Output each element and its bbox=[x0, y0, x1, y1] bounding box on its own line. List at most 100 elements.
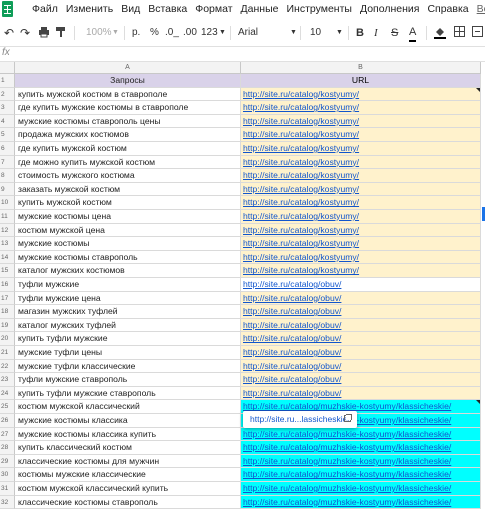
query-cell[interactable]: купить мужской костюм bbox=[15, 196, 241, 210]
url-cell[interactable]: http://site.ru/catalog/muzhskie-kostyumy… bbox=[241, 482, 481, 496]
redo-icon[interactable]: ↷ bbox=[20, 26, 30, 40]
url-cell[interactable]: http://site.ru/catalog/obuv/ bbox=[241, 346, 481, 360]
query-cell[interactable]: костюм мужской классический купить bbox=[15, 482, 241, 496]
query-cell[interactable]: мужские костюмы bbox=[15, 237, 241, 251]
url-cell[interactable]: http://site.ru/catalog/kostyumy/ bbox=[241, 237, 481, 251]
row-number[interactable]: 11 bbox=[0, 210, 15, 224]
header-cell-queries[interactable]: Запросы bbox=[15, 74, 241, 88]
url-link[interactable]: http://site.ru/catalog/obuv/ bbox=[243, 388, 341, 398]
query-cell[interactable]: каталог мужских костюмов bbox=[15, 264, 241, 278]
row-number[interactable]: 7 bbox=[0, 155, 15, 170]
formula-bar[interactable]: fx bbox=[0, 46, 485, 62]
url-cell[interactable]: http://site.ru/catalog/muzhskie-kostyumy… bbox=[241, 468, 481, 482]
row-number[interactable]: 1 bbox=[0, 74, 15, 88]
url-cell[interactable]: http://site.ru/catalog/kostyumy/ bbox=[241, 250, 481, 265]
italic-button[interactable]: I bbox=[374, 26, 378, 40]
url-cell[interactable]: http://site.ru/catalog/muzhskie-kostyumy… bbox=[241, 441, 481, 455]
font-size-select[interactable]: 10 bbox=[310, 26, 321, 40]
url-cell[interactable]: http://site.ru/catalog/kostyumy/ bbox=[241, 128, 481, 142]
menu-view[interactable]: Вид bbox=[121, 3, 140, 15]
url-cell[interactable]: http://site.ru/catalog/kostyumy/ bbox=[241, 114, 481, 129]
url-link[interactable]: http://site.ru/catalog/muzhskie-kostyumy… bbox=[243, 429, 451, 439]
menu-format[interactable]: Формат bbox=[195, 3, 232, 15]
row-number[interactable]: 3 bbox=[0, 101, 15, 115]
comment-indicator-icon[interactable] bbox=[476, 87, 480, 92]
query-cell[interactable]: классические костюмы ставрополь bbox=[15, 495, 241, 510]
query-cell[interactable]: туфли мужские bbox=[15, 278, 241, 292]
url-link[interactable]: http://site.ru/catalog/obuv/ bbox=[243, 374, 341, 384]
row-number[interactable]: 16 bbox=[0, 278, 15, 292]
query-cell[interactable]: купить мужской костюм в ставрополе bbox=[15, 87, 241, 102]
url-cell[interactable]: http://site.ru/catalog/obuv/ bbox=[241, 359, 481, 374]
query-cell[interactable]: мужские костюмы цена bbox=[15, 210, 241, 224]
url-cell[interactable]: http://site.ru/catalog/kostyumy/ bbox=[241, 155, 481, 170]
open-external-icon[interactable] bbox=[344, 414, 352, 422]
url-cell[interactable]: http://site.ru/catalog/obuv/ bbox=[241, 332, 481, 346]
row-number[interactable]: 6 bbox=[0, 142, 15, 156]
text-color-button[interactable]: A bbox=[409, 26, 417, 42]
url-link[interactable]: http://site.ru/catalog/muzhskie-kostyumy… bbox=[243, 469, 451, 479]
menu-edit[interactable]: Изменить bbox=[66, 3, 113, 15]
url-cell[interactable]: http://site.ru/catalog/kostyumy/ bbox=[241, 101, 481, 115]
row-number[interactable]: 24 bbox=[0, 386, 15, 401]
url-link[interactable]: http://site.ru/catalog/kostyumy/ bbox=[243, 197, 359, 207]
url-link[interactable]: http://site.ru/catalog/obuv/ bbox=[243, 320, 341, 330]
url-link[interactable]: http://site.ru/catalog/muzhskie-kostyumy… bbox=[243, 456, 451, 466]
url-link[interactable]: http://site.ru/catalog/kostyumy/ bbox=[243, 211, 359, 221]
url-link[interactable]: http://site.ru/catalog/kostyumy/ bbox=[243, 225, 359, 235]
query-cell[interactable]: где купить мужские костюмы в ставрополе bbox=[15, 101, 241, 115]
tooltip-link[interactable]: http://site.ru...lassicheskie/ bbox=[250, 414, 350, 424]
url-cell[interactable]: http://site.ru/catalog/muzhskie-kostyumy… bbox=[241, 427, 481, 442]
row-number[interactable]: 25 bbox=[0, 400, 15, 414]
decrease-decimal-button[interactable]: .0_ bbox=[165, 26, 179, 40]
row-number[interactable]: 22 bbox=[0, 359, 15, 374]
query-cell[interactable]: туфли мужские цена bbox=[15, 291, 241, 306]
menu-insert[interactable]: Вставка bbox=[148, 3, 187, 15]
row-number[interactable]: 31 bbox=[0, 482, 15, 496]
increase-decimal-button[interactable]: .00 bbox=[183, 26, 197, 40]
more-formats-button[interactable]: 123 bbox=[201, 26, 218, 40]
url-cell[interactable]: http://site.ru/catalog/kostyumy/ bbox=[241, 87, 481, 102]
url-link[interactable]: http://site.ru/catalog/kostyumy/ bbox=[243, 170, 359, 180]
query-cell[interactable]: купить туфли мужские ставрополь bbox=[15, 386, 241, 401]
query-cell[interactable]: костюмы мужские классические bbox=[15, 468, 241, 482]
query-cell[interactable]: стоимость мужского костюма bbox=[15, 169, 241, 183]
fill-color-icon[interactable] bbox=[434, 26, 446, 40]
url-link[interactable]: http://site.ru/catalog/muzhskie-kostyumy… bbox=[243, 442, 451, 452]
row-number[interactable]: 29 bbox=[0, 454, 15, 469]
query-cell[interactable]: купить классический костюм bbox=[15, 441, 241, 455]
query-cell[interactable]: купить туфли мужские bbox=[15, 332, 241, 346]
url-link[interactable]: http://site.ru/catalog/kostyumy/ bbox=[243, 143, 359, 153]
url-link[interactable]: http://site.ru/catalog/kostyumy/ bbox=[243, 129, 359, 139]
row-number[interactable]: 4 bbox=[0, 114, 15, 129]
url-cell[interactable]: http://site.ru/catalog/obuv/ bbox=[241, 305, 481, 319]
url-cell[interactable]: http://site.ru/catalog/obuv/ bbox=[241, 318, 481, 333]
bold-button[interactable]: B bbox=[356, 26, 364, 40]
query-cell[interactable]: где можно купить мужской костюм bbox=[15, 155, 241, 170]
row-number[interactable]: 26 bbox=[0, 414, 15, 428]
column-header-a[interactable]: A bbox=[15, 62, 241, 74]
query-cell[interactable]: мужские костюмы ставрополь bbox=[15, 250, 241, 265]
query-cell[interactable]: мужские костюмы классика купить bbox=[15, 427, 241, 442]
url-cell[interactable]: http://site.ru/catalog/kostyumy/ bbox=[241, 182, 481, 197]
url-link[interactable]: http://site.ru/catalog/muzhskie-kostyumy… bbox=[243, 497, 451, 507]
url-link[interactable]: http://site.ru/catalog/obuv/ bbox=[243, 306, 341, 316]
row-number[interactable]: 27 bbox=[0, 427, 15, 442]
url-cell[interactable]: http://site.ru/catalog/kostyumy/ bbox=[241, 169, 481, 183]
row-number[interactable]: 13 bbox=[0, 237, 15, 251]
url-link[interactable]: http://site.ru/catalog/muzhskie-kostyumy… bbox=[243, 483, 451, 493]
undo-icon[interactable]: ↶ bbox=[4, 26, 14, 40]
borders-icon[interactable] bbox=[454, 26, 465, 40]
row-number[interactable]: 5 bbox=[0, 128, 15, 142]
sheets-logo-icon[interactable] bbox=[2, 1, 13, 17]
font-select[interactable]: Arial bbox=[238, 26, 258, 40]
url-link[interactable]: http://site.ru/catalog/kostyumy/ bbox=[243, 184, 359, 194]
url-link[interactable]: http://site.ru/catalog/obuv/ bbox=[243, 279, 341, 289]
query-cell[interactable]: классические костюмы для мужчин bbox=[15, 454, 241, 469]
percent-button[interactable]: % bbox=[150, 26, 159, 40]
query-cell[interactable]: мужские туфли классические bbox=[15, 359, 241, 374]
url-cell[interactable]: http://site.ru/catalog/muzhskie-kostyumy… bbox=[241, 454, 481, 469]
row-number[interactable]: 10 bbox=[0, 196, 15, 210]
url-cell[interactable]: http://site.ru/catalog/obuv/ bbox=[241, 291, 481, 306]
row-number[interactable]: 30 bbox=[0, 468, 15, 482]
